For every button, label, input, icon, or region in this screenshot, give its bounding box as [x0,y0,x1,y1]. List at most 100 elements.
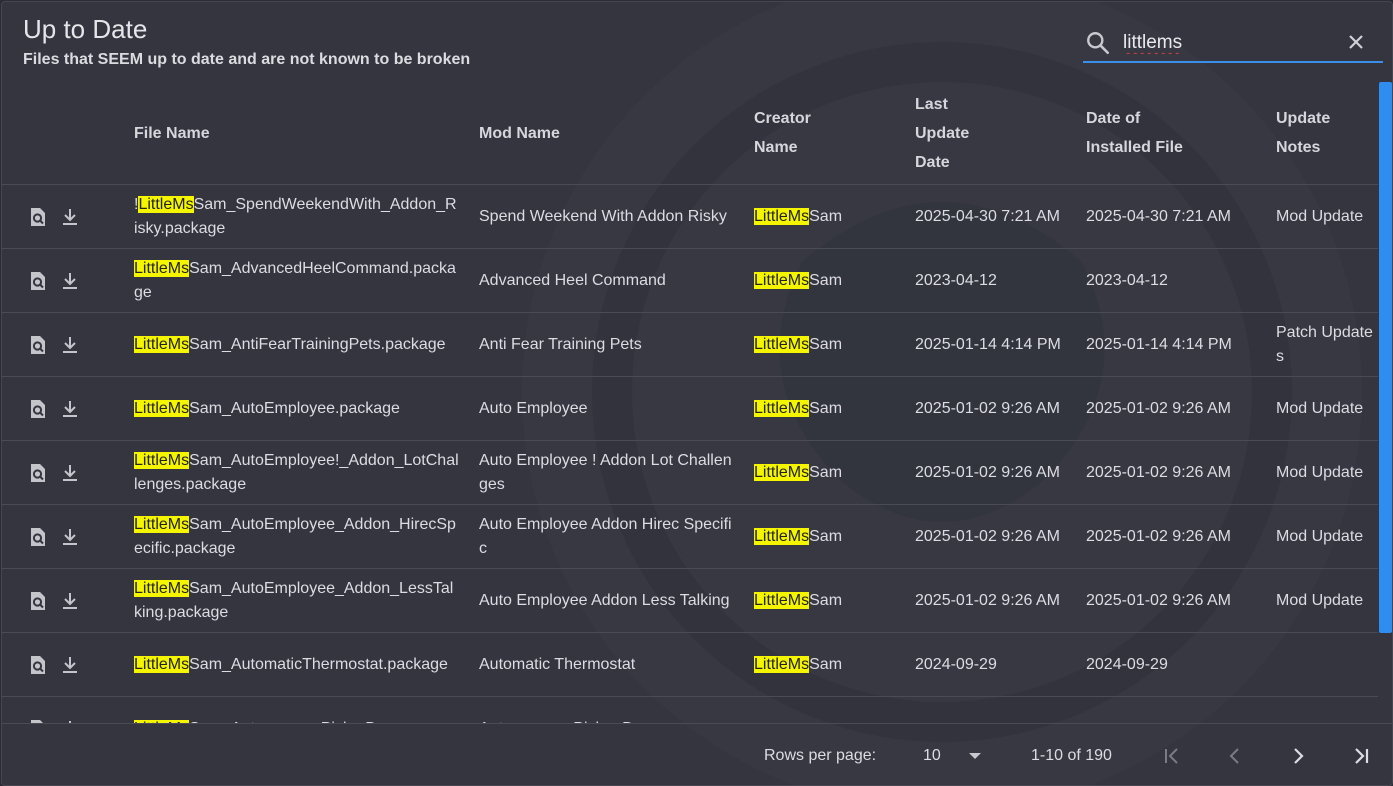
search-highlight: LittleMs [754,527,810,545]
last-update-date-cell: 2025-01-02 9:26 AM [915,504,1086,569]
row-actions [2,376,134,441]
file-name-rest: Sam_AntiFearTrainingPets.package [189,335,446,353]
column-header-creator-name[interactable]: Creator Name [754,82,915,185]
mod-name-cell: Auto Employee Addon Hirec Specific [479,504,754,569]
search-highlight: LittleMs [134,515,190,533]
view-details-icon[interactable] [28,207,48,227]
search-highlight: LittleMs [754,335,810,353]
view-details-icon[interactable] [28,591,48,611]
table-row[interactable]: LittleMsSam_AdvancedHeelCommand.package A… [2,248,1378,313]
table-row[interactable]: !LittleMsSam_SpendWeekendWith_Addon_Risk… [2,184,1378,249]
search-highlight: LittleMs [134,259,190,277]
view-details-icon[interactable] [28,399,48,419]
search-highlight: LittleMs [134,655,190,673]
column-header-label: Date [915,153,950,171]
column-header-mod-name[interactable]: Mod Name [479,82,754,185]
search-input[interactable] [1121,29,1345,57]
update-notes-cell: Patch Updates [1276,312,1378,377]
download-icon[interactable] [60,463,80,483]
search-highlight: LittleMs [134,451,190,469]
last-update-date-cell [915,696,1086,723]
row-actions [2,696,134,723]
update-notes-cell [1276,632,1378,697]
up-to-date-panel: Up to Date Files that SEEM up to date an… [1,1,1393,786]
creator-name-cell: LittleMsSam [754,376,915,441]
page-title: Up to Date [23,14,148,44]
file-name-cell: LittleMsSam_AntiFearTrainingPets.package [134,312,479,377]
table-row[interactable]: LittleMsSam_AutomaticThermostat.package A… [2,632,1378,697]
file-name-cell: LittleMsSam_AdvancedHeelCommand.package [134,248,479,313]
search-icon [1087,32,1110,55]
download-icon[interactable] [60,335,80,355]
rows-per-page-label: Rows per page: [764,747,877,764]
table-header-row: File Name Mod Name Creator Name Last Updat… [2,82,1378,185]
rows-per-page-value: 10 [923,747,941,764]
mod-name-cell: Anti Fear Training Pets [479,312,754,377]
download-icon[interactable] [60,527,80,547]
update-notes-cell: Mod Update [1276,504,1378,569]
table-row[interactable]: LittleMsSam_AutoEmployee_Addon_HirecSpec… [2,504,1378,569]
mod-name-cell: Advanced Heel Command [479,248,754,313]
column-header-last-update-date[interactable]: Last Update Date [915,82,1086,185]
update-notes-cell: Mod Update [1276,440,1378,505]
creator-name-rest: Sam [809,399,843,417]
column-header-label: Update [915,124,970,142]
search-highlight: LittleMs [134,579,190,597]
file-name-cell: LittleMsSam_AutomaticThermostat.package [134,632,479,697]
column-header-label: Creator [754,110,811,127]
mod-name-cell: Spend Weekend With Addon Risky [479,184,754,249]
mod-name-cell: Auto Employee [479,376,754,441]
row-actions [2,248,134,313]
download-icon[interactable] [60,271,80,291]
mods-table-container[interactable]: File Name Mod Name Creator Name Last Updat… [2,82,1378,723]
table-row[interactable]: LittleMsSam_AutonomousPickerDancAutonomo… [2,696,1378,723]
view-details-icon[interactable] [28,335,48,355]
creator-name-cell: LittleMsSam [754,632,915,697]
rows-per-page-select[interactable]: 10 [923,747,989,767]
search-highlight: LittleMs [754,591,810,609]
view-details-icon[interactable] [28,271,48,291]
pagination-range: 1-10 of 190 [1031,747,1112,764]
file-name-cell: LittleMsSam_AutoEmployee.package [134,376,479,441]
next-page-icon[interactable] [1286,744,1310,768]
creator-name-cell: LittleMsSam [754,184,915,249]
file-name-cell: LittleMsSam_AutoEmployee_Addon_LessTalki… [134,568,479,633]
file-name-cell: LittleMsSam_AutoEmployee_Addon_HirecSpec… [134,504,479,569]
actions-header [2,82,134,185]
close-icon[interactable] [1346,32,1366,52]
download-icon[interactable] [60,399,80,419]
table-row[interactable]: LittleMsSam_AntiFearTrainingPets.package… [2,312,1378,377]
mods-table: File Name Mod Name Creator Name Last Updat… [2,82,1378,723]
creator-name-cell: LittleMsSam [754,568,915,633]
row-actions [2,184,134,249]
table-row[interactable]: LittleMsSam_AutoEmployee.package Auto Emp… [2,376,1378,441]
view-details-icon[interactable] [28,655,48,675]
column-header-label: Date of [1086,110,1141,127]
download-icon[interactable] [60,655,80,675]
installed-date-cell [1086,696,1276,723]
table-scrollbar[interactable] [1379,82,1392,633]
table-row[interactable]: LittleMsSam_AutoEmployee!_Addon_LotChall… [2,440,1378,505]
mod-name-cell: Auto Employee Addon Less Talking [479,568,754,633]
view-details-icon[interactable] [28,463,48,483]
first-page-icon[interactable] [1160,744,1184,768]
column-header-label: Last [915,95,948,113]
column-header-label: File Name [134,124,210,142]
creator-name-cell: LittleMsSam [754,504,915,569]
column-header-installed-date[interactable]: Date of Installed File [1086,82,1276,185]
column-header-update-notes[interactable]: Update Notes [1276,82,1378,185]
last-page-icon[interactable] [1349,744,1373,768]
chevron-down-icon [969,753,981,759]
creator-name-cell [754,696,915,723]
prev-page-icon[interactable] [1223,744,1247,768]
creator-name-rest: Sam [809,527,843,545]
file-name-cell: LittleMsSam_AutonomousPickerDanc [134,696,479,723]
download-icon[interactable] [60,591,80,611]
view-details-icon[interactable] [28,527,48,547]
column-header-label: Installed File [1086,139,1183,156]
table-row[interactable]: LittleMsSam_AutoEmployee_Addon_LessTalki… [2,568,1378,633]
search-box [1083,24,1383,63]
column-header-file-name[interactable]: File Name [134,82,479,185]
creator-name-rest: Sam [809,207,843,225]
download-icon[interactable] [60,207,80,227]
